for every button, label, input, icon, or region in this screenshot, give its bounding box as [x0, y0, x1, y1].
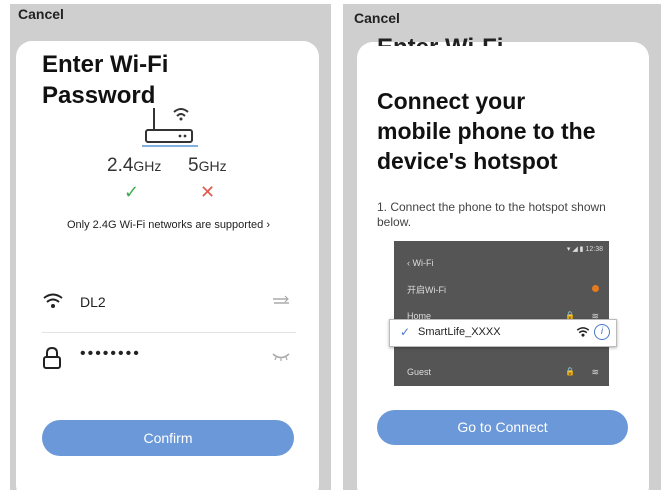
check-icon: ✓: [124, 182, 140, 202]
supported-networks-link[interactable]: Only 2.4G Wi-Fi networks are supported ›: [67, 219, 270, 231]
divider: [42, 332, 296, 333]
page-title: Connect your mobile phone to the device'…: [377, 86, 637, 176]
band-2-4ghz-label: 2.4GHz: [107, 155, 161, 177]
info-icon: i: [594, 324, 610, 340]
cancel-button[interactable]: Cancel: [354, 10, 400, 26]
cancel-button[interactable]: Cancel: [18, 6, 64, 22]
check-icon: ✓: [400, 325, 411, 339]
page-title: Enter Wi-Fi Password: [42, 49, 242, 111]
band-5-unit: GHz: [198, 158, 227, 174]
phone-status-time: 12:38: [585, 246, 603, 253]
band-5ghz-label: 5GHz: [188, 155, 227, 177]
hotspot-card: Enter Wi-Fi Connect your mobile phone to…: [357, 34, 649, 490]
title-line-1: Enter Wi-Fi: [42, 51, 169, 78]
wifi-icon: [576, 325, 590, 343]
wifi-name-value: DL2: [80, 294, 106, 310]
lock-icon: [42, 346, 62, 374]
phone-wifi-illustration: ▾ ◢ ▮ 12:38 ‹ Wi-Fi 开启Wi-Fi Home 🔒 ≋ Gue…: [394, 241, 609, 386]
phone-status-bar: ▾ ◢ ▮ 12:38: [566, 246, 603, 253]
hotspot-ssid: SmartLife_XXXX: [418, 326, 501, 338]
background-page-title: Enter Wi-Fi: [377, 34, 503, 46]
swap-icon[interactable]: [272, 294, 290, 312]
band-5-value: 5: [188, 155, 199, 176]
confirm-button[interactable]: Confirm: [42, 420, 294, 456]
wifi-password-card: Enter Wi-Fi Password 2.4GHz 5GHz ✓ ✕ Onl…: [16, 41, 319, 490]
wifi-name-field[interactable]: DL2: [42, 288, 292, 318]
go-to-connect-button[interactable]: Go to Connect: [377, 410, 628, 445]
hotspot-connect-screen: Cancel Enter Wi-Fi Connect your mobile p…: [343, 4, 661, 490]
chevron-right-icon: ›: [266, 219, 270, 231]
band-2-4-unit: GHz: [133, 158, 162, 174]
hotspot-network-row: ✓ SmartLife_XXXX i: [389, 319, 617, 347]
title-line-1: Connect your: [377, 88, 526, 114]
phone-wifi-header-label: Wi-Fi: [412, 258, 434, 268]
router-icon: [136, 104, 206, 150]
phone-network-guest: Guest: [407, 367, 432, 377]
wifi-icon: ≋: [591, 367, 599, 377]
lock-icon: 🔒: [565, 367, 575, 376]
supported-networks-text: Only 2.4G Wi-Fi networks are supported: [67, 219, 264, 231]
band-2-4-value: 2.4: [107, 155, 134, 176]
eye-closed-icon[interactable]: [272, 349, 290, 367]
phone-wifi-toggle-label: 开启Wi-Fi: [407, 285, 446, 295]
wifi-password-screen: Cancel Enter Wi-Fi Password 2.4GHz 5GHz …: [10, 4, 331, 490]
instruction-text: 1. Connect the phone to the hotspot show…: [377, 200, 606, 229]
title-line-2: mobile phone to the: [377, 118, 596, 144]
password-value: ••••••••: [80, 345, 141, 362]
cross-icon: ✕: [200, 182, 216, 202]
wifi-icon: [42, 292, 64, 315]
phone-toggle-indicator: [592, 285, 599, 292]
password-field[interactable]: ••••••••: [42, 343, 292, 373]
title-line-3: device's hotspot: [377, 148, 558, 174]
phone-wifi-header: ‹ Wi-Fi: [407, 258, 434, 268]
